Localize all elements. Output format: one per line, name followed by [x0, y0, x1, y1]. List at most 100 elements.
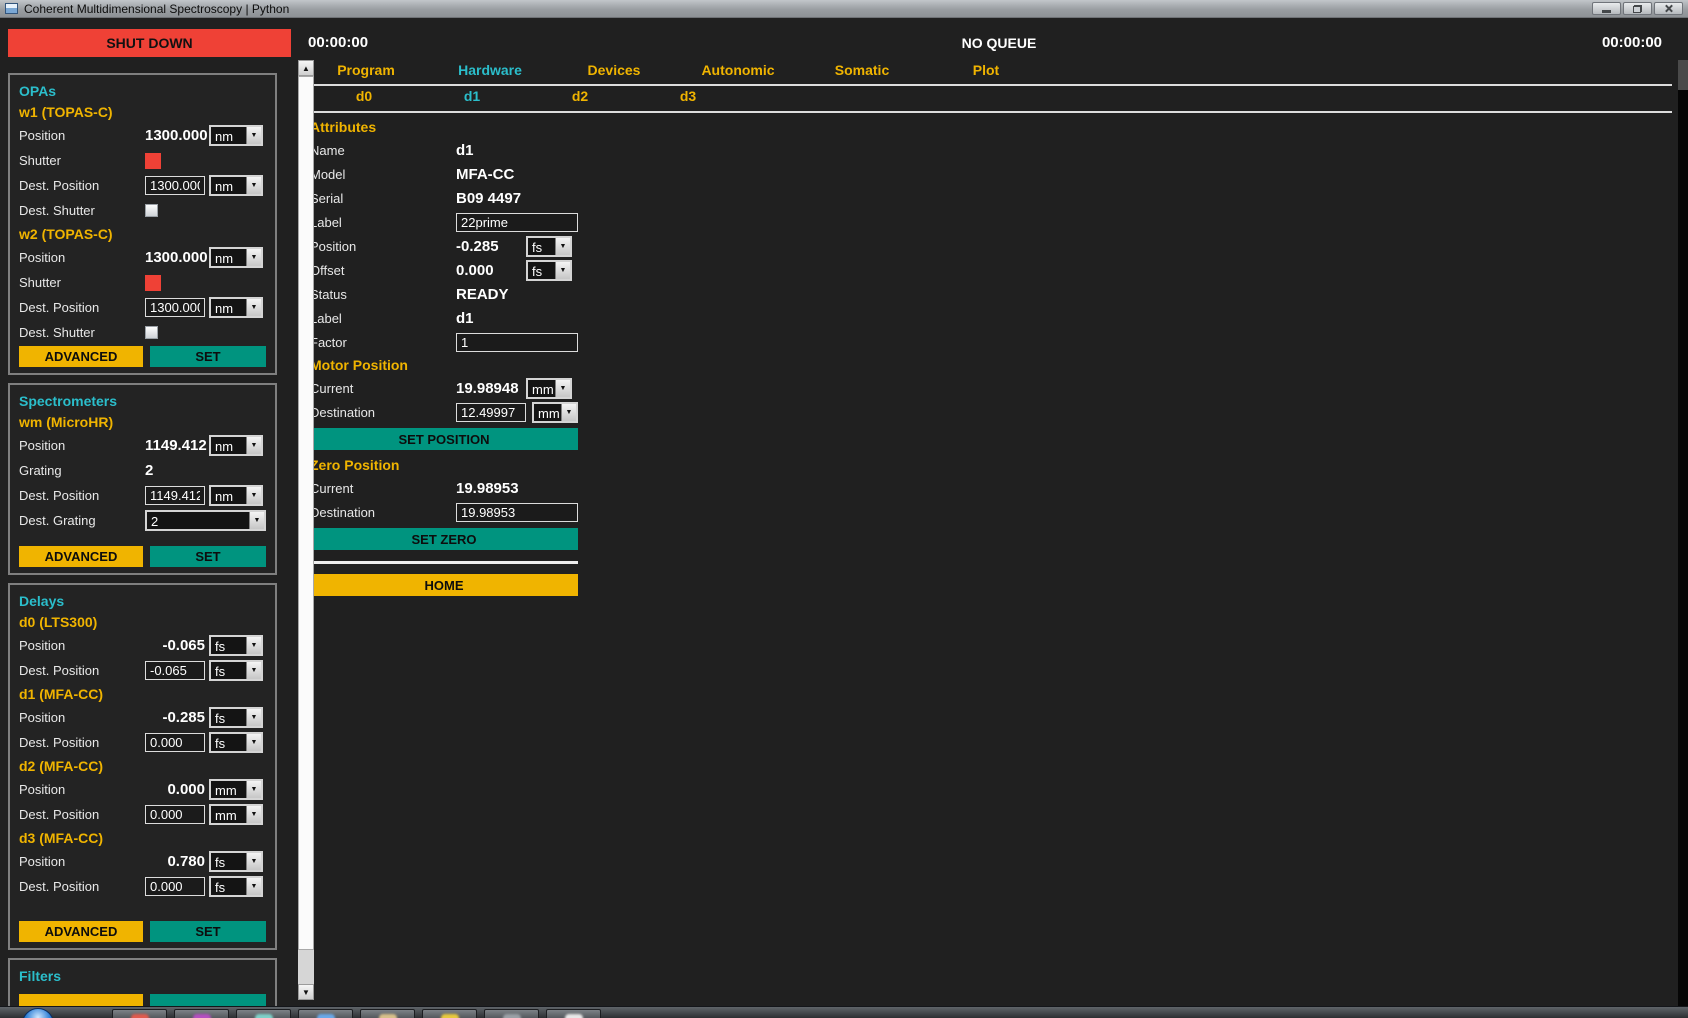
- destination-input[interactable]: [456, 403, 526, 422]
- dest-position-unit-select[interactable]: fs ▼: [209, 660, 263, 681]
- chevron-down-icon[interactable]: ▼: [246, 127, 261, 144]
- dest-position-unit-select[interactable]: nm ▼: [209, 297, 263, 318]
- tab-d0[interactable]: d0: [310, 88, 418, 104]
- set-position-button[interactable]: SET POSITION: [310, 428, 578, 450]
- chevron-down-icon[interactable]: ▼: [246, 299, 261, 316]
- taskbar-app-button[interactable]: [484, 1009, 539, 1018]
- set-zero-button[interactable]: SET ZERO: [310, 528, 578, 550]
- home-button[interactable]: HOME: [310, 574, 578, 596]
- position-unit-select[interactable]: nm ▼: [209, 435, 263, 456]
- taskbar-app-button[interactable]: [112, 1009, 167, 1018]
- label2-row: Label d1: [310, 306, 578, 330]
- chevron-down-icon[interactable]: ▼: [246, 781, 261, 798]
- set-button[interactable]: SET: [150, 921, 266, 942]
- tab-plot[interactable]: Plot: [924, 62, 1048, 78]
- dest-grating-select[interactable]: 2 ▼: [145, 510, 266, 531]
- shutdown-button[interactable]: SHUT DOWN: [8, 29, 291, 57]
- scroll-up-icon[interactable]: ▲: [298, 60, 314, 76]
- chevron-down-icon[interactable]: ▼: [555, 262, 570, 279]
- title-bar[interactable]: Coherent Multidimensional Spectroscopy |…: [0, 0, 1688, 18]
- unit-value: nm: [211, 249, 246, 266]
- advanced-button[interactable]: ADVANCED: [19, 546, 143, 567]
- position-unit-select[interactable]: fs ▼: [209, 635, 263, 656]
- factor-input[interactable]: [456, 333, 578, 352]
- dest-position-unit-select[interactable]: nm ▼: [209, 175, 263, 196]
- position-unit-select[interactable]: nm ▼: [209, 125, 263, 146]
- dest-position-input[interactable]: [145, 877, 205, 896]
- advanced-button[interactable]: ADVANCED: [19, 346, 143, 367]
- chevron-down-icon[interactable]: ▼: [246, 249, 261, 266]
- taskbar-app-button[interactable]: [298, 1009, 353, 1018]
- chevron-down-icon[interactable]: ▼: [246, 662, 261, 679]
- label-input[interactable]: [456, 213, 578, 232]
- dest-position-unit-select[interactable]: fs ▼: [209, 876, 263, 897]
- advanced-button[interactable]: ADVANCED: [19, 921, 143, 942]
- dest-position-input[interactable]: [145, 486, 205, 505]
- chevron-down-icon[interactable]: ▼: [555, 380, 570, 397]
- chevron-down-icon[interactable]: ▼: [246, 709, 261, 726]
- dest-position-input[interactable]: [145, 176, 205, 195]
- scrollbar-thumb[interactable]: [298, 76, 314, 950]
- chevron-down-icon[interactable]: ▼: [246, 177, 261, 194]
- set-button[interactable]: SET: [150, 346, 266, 367]
- chevron-down-icon[interactable]: ▼: [555, 238, 570, 255]
- wm-dest-grating-row: Dest. Grating 2 ▼: [19, 508, 266, 533]
- set-button[interactable]: SET: [150, 546, 266, 567]
- chevron-down-icon[interactable]: ▼: [246, 878, 261, 895]
- tab-d2[interactable]: d2: [526, 88, 634, 104]
- dest-shutter-checkbox[interactable]: [145, 204, 158, 217]
- dest-position-unit-select[interactable]: mm ▼: [209, 804, 263, 825]
- serial-label: Serial: [310, 191, 456, 206]
- chevron-down-icon[interactable]: ▼: [246, 637, 261, 654]
- chevron-down-icon[interactable]: ▼: [246, 437, 261, 454]
- position-unit-select[interactable]: mm ▼: [209, 779, 263, 800]
- w2-header: w2 (TOPAS-C): [19, 223, 266, 245]
- taskbar-app-button[interactable]: [236, 1009, 291, 1018]
- sidebar-scrollbar[interactable]: ▲ ▼: [298, 60, 314, 1000]
- window-edge: [1678, 90, 1688, 1006]
- chevron-down-icon[interactable]: ▼: [246, 853, 261, 870]
- dest-position-unit-select[interactable]: fs ▼: [209, 732, 263, 753]
- dest-position-unit-select[interactable]: nm ▼: [209, 485, 263, 506]
- chevron-down-icon[interactable]: ▼: [246, 487, 261, 504]
- tab-autonomic[interactable]: Autonomic: [676, 62, 800, 78]
- tab-program[interactable]: Program: [304, 62, 428, 78]
- scroll-down-icon[interactable]: ▼: [298, 984, 314, 1000]
- tab-somatic[interactable]: Somatic: [800, 62, 924, 78]
- position-unit-select[interactable]: fs ▼: [209, 707, 263, 728]
- chevron-down-icon[interactable]: ▼: [561, 404, 576, 421]
- tab-hardware[interactable]: Hardware: [428, 62, 552, 78]
- start-button[interactable]: [22, 1008, 54, 1018]
- zero-destination-input[interactable]: [456, 503, 578, 522]
- restore-button[interactable]: [1623, 2, 1652, 15]
- shutter-indicator[interactable]: [145, 153, 161, 169]
- unit-value: fs: [211, 637, 246, 654]
- taskbar-app-button[interactable]: [360, 1009, 415, 1018]
- tab-d1[interactable]: d1: [418, 88, 526, 104]
- minimize-button[interactable]: [1592, 2, 1621, 15]
- current-unit-select[interactable]: mm ▼: [526, 378, 572, 399]
- offset-unit-select[interactable]: fs ▼: [526, 260, 572, 281]
- tab-d3[interactable]: d3: [634, 88, 742, 104]
- dest-position-input[interactable]: [145, 661, 205, 680]
- model-value: MFA-CC: [456, 166, 514, 183]
- position-unit-select[interactable]: fs ▼: [209, 851, 263, 872]
- delays-buttons: ADVANCED SET: [19, 921, 266, 942]
- taskbar[interactable]: [0, 1006, 1688, 1018]
- dest-position-input[interactable]: [145, 805, 205, 824]
- dest-position-input[interactable]: [145, 733, 205, 752]
- shutter-indicator[interactable]: [145, 275, 161, 291]
- taskbar-app-button[interactable]: [174, 1009, 229, 1018]
- taskbar-app-button[interactable]: [422, 1009, 477, 1018]
- chevron-down-icon[interactable]: ▼: [246, 734, 261, 751]
- position-unit-select[interactable]: fs ▼: [526, 236, 572, 257]
- dest-position-input[interactable]: [145, 298, 205, 317]
- tab-devices[interactable]: Devices: [552, 62, 676, 78]
- chevron-down-icon[interactable]: ▼: [249, 512, 264, 529]
- chevron-down-icon[interactable]: ▼: [246, 806, 261, 823]
- taskbar-app-button[interactable]: [546, 1009, 601, 1018]
- close-button[interactable]: [1654, 2, 1683, 15]
- dest-shutter-checkbox[interactable]: [145, 326, 158, 339]
- destination-unit-select[interactable]: mm ▼: [532, 402, 578, 423]
- position-unit-select[interactable]: nm ▼: [209, 247, 263, 268]
